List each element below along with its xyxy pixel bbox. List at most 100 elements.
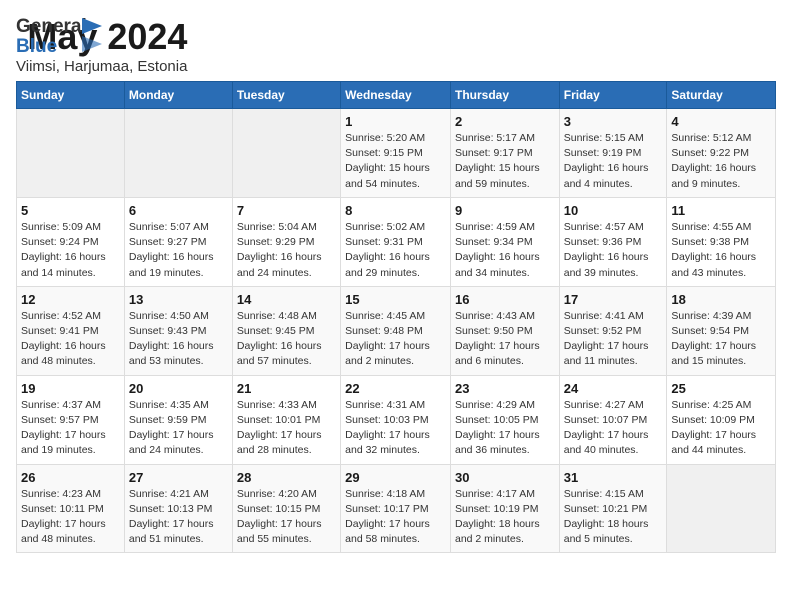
logo-triangle-icon [82, 18, 102, 54]
cell-w3-d3: 15 Sunrise: 4:45 AMSunset: 9:48 PMDayligh… [341, 286, 451, 375]
day-info: Sunrise: 5:17 AMSunset: 9:17 PMDaylight:… [455, 131, 555, 192]
cell-w1-d6: 4 Sunrise: 5:12 AMSunset: 9:22 PMDaylight… [667, 109, 776, 198]
header-monday: Monday [124, 82, 232, 109]
day-info: Sunrise: 4:25 AMSunset: 10:09 PMDaylight… [671, 398, 771, 459]
cell-w3-d5: 17Sunrise: 4:41 AMSunset: 9:52 PMDayligh… [559, 286, 667, 375]
cell-w5-d2: 28Sunrise: 4:20 AMSunset: 10:15 PMDaylig… [232, 464, 340, 553]
day-info: Sunrise: 4:31 AMSunset: 10:03 PMDaylight… [345, 398, 446, 459]
day-number: 7 [237, 203, 336, 218]
cell-w4-d1: 20 Sunrise: 4:35 AMSunset: 9:59 PMDayligh… [124, 375, 232, 464]
weekday-header-row: Sunday Monday Tuesday Wednesday Thursday… [17, 82, 776, 109]
cell-w2-d4: 9 Sunrise: 4:59 AMSunset: 9:34 PMDaylight… [450, 197, 559, 286]
day-number: 10 [564, 203, 663, 218]
cell-w1-d1 [124, 109, 232, 198]
cell-w5-d4: 30Sunrise: 4:17 AMSunset: 10:19 PMDaylig… [450, 464, 559, 553]
day-number: 15 [345, 292, 446, 307]
cell-w2-d3: 8 Sunrise: 5:02 AMSunset: 9:31 PMDaylight… [341, 197, 451, 286]
header-wednesday: Wednesday [341, 82, 451, 109]
subtitle: Viimsi, Harjumaa, Estonia [16, 58, 187, 75]
day-number: 19 [21, 381, 120, 396]
day-info: Sunrise: 5:04 AMSunset: 9:29 PMDaylight:… [237, 220, 336, 281]
day-number: 8 [345, 203, 446, 218]
day-number: 22 [345, 381, 446, 396]
cell-w2-d2: 7 Sunrise: 5:04 AMSunset: 9:29 PMDaylight… [232, 197, 340, 286]
cell-w4-d4: 23Sunrise: 4:29 AMSunset: 10:05 PMDaylig… [450, 375, 559, 464]
day-number: 14 [237, 292, 336, 307]
day-info: Sunrise: 4:37 AMSunset: 9:57 PMDaylight:… [21, 398, 120, 459]
header-friday: Friday [559, 82, 667, 109]
day-number: 6 [129, 203, 228, 218]
day-number: 26 [21, 470, 120, 485]
day-info: Sunrise: 4:15 AMSunset: 10:21 PMDaylight… [564, 487, 663, 548]
day-number: 21 [237, 381, 336, 396]
cell-w4-d5: 24Sunrise: 4:27 AMSunset: 10:07 PMDaylig… [559, 375, 667, 464]
day-number: 24 [564, 381, 663, 396]
day-info: Sunrise: 4:43 AMSunset: 9:50 PMDaylight:… [455, 309, 555, 370]
calendar-header: Sunday Monday Tuesday Wednesday Thursday… [17, 82, 776, 109]
header-saturday: Saturday [667, 82, 776, 109]
page-header: General Blue General May 2024 Viimsi, Ha… [16, 16, 776, 75]
day-number: 3 [564, 114, 663, 129]
day-info: Sunrise: 4:21 AMSunset: 10:13 PMDaylight… [129, 487, 228, 548]
calendar-table: Sunday Monday Tuesday Wednesday Thursday… [16, 81, 776, 553]
day-number: 20 [129, 381, 228, 396]
day-number: 11 [671, 203, 771, 218]
day-info: Sunrise: 5:12 AMSunset: 9:22 PMDaylight:… [671, 131, 771, 192]
day-number: 29 [345, 470, 446, 485]
day-number: 2 [455, 114, 555, 129]
day-info: Sunrise: 5:20 AMSunset: 9:15 PMDaylight:… [345, 131, 446, 192]
cell-w5-d5: 31 Sunrise: 4:15 AMSunset: 10:21 PMDaylig… [559, 464, 667, 553]
day-number: 31 [564, 470, 663, 485]
day-info: Sunrise: 5:09 AMSunset: 9:24 PMDaylight:… [21, 220, 120, 281]
day-info: Sunrise: 4:50 AMSunset: 9:43 PMDaylight:… [129, 309, 228, 370]
day-number: 13 [129, 292, 228, 307]
day-number: 16 [455, 292, 555, 307]
cell-w2-d6: 11Sunrise: 4:55 AMSunset: 9:38 PMDayligh… [667, 197, 776, 286]
day-number: 12 [21, 292, 120, 307]
day-number: 9 [455, 203, 555, 218]
cell-w5-d1: 27 Sunrise: 4:21 AMSunset: 10:13 PMDaylig… [124, 464, 232, 553]
week-row-2: 5 Sunrise: 5:09 AMSunset: 9:24 PMDaylight… [17, 197, 776, 286]
day-info: Sunrise: 4:35 AMSunset: 9:59 PMDaylight:… [129, 398, 228, 459]
day-info: Sunrise: 4:52 AMSunset: 9:41 PMDaylight:… [21, 309, 120, 370]
day-info: Sunrise: 4:23 AMSunset: 10:11 PMDaylight… [21, 487, 120, 548]
day-info: Sunrise: 5:07 AMSunset: 9:27 PMDaylight:… [129, 220, 228, 281]
cell-w2-d1: 6 Sunrise: 5:07 AMSunset: 9:27 PMDaylight… [124, 197, 232, 286]
cell-w4-d3: 22 Sunrise: 4:31 AMSunset: 10:03 PMDaylig… [341, 375, 451, 464]
day-info: Sunrise: 4:33 AMSunset: 10:01 PMDaylight… [237, 398, 336, 459]
week-row-5: 26 Sunrise: 4:23 AMSunset: 10:11 PMDaylig… [17, 464, 776, 553]
day-info: Sunrise: 4:59 AMSunset: 9:34 PMDaylight:… [455, 220, 555, 281]
cell-w2-d5: 10Sunrise: 4:57 AMSunset: 9:36 PMDayligh… [559, 197, 667, 286]
week-row-4: 19 Sunrise: 4:37 AMSunset: 9:57 PMDayligh… [17, 375, 776, 464]
cell-w1-d0 [17, 109, 125, 198]
cell-w2-d0: 5 Sunrise: 5:09 AMSunset: 9:24 PMDaylight… [17, 197, 125, 286]
cell-w4-d0: 19 Sunrise: 4:37 AMSunset: 9:57 PMDayligh… [17, 375, 125, 464]
day-info: Sunrise: 4:45 AMSunset: 9:48 PMDaylight:… [345, 309, 446, 370]
cell-w1-d5: 3Sunrise: 5:15 AMSunset: 9:19 PMDaylight… [559, 109, 667, 198]
cell-w5-d0: 26 Sunrise: 4:23 AMSunset: 10:11 PMDaylig… [17, 464, 125, 553]
header-tuesday: Tuesday [232, 82, 340, 109]
day-info: Sunrise: 5:02 AMSunset: 9:31 PMDaylight:… [345, 220, 446, 281]
day-number: 18 [671, 292, 771, 307]
week-row-3: 12 Sunrise: 4:52 AMSunset: 9:41 PMDayligh… [17, 286, 776, 375]
logo-container: General Blue [16, 16, 84, 56]
day-number: 5 [21, 203, 120, 218]
day-info: Sunrise: 4:39 AMSunset: 9:54 PMDaylight:… [671, 309, 771, 370]
cell-w5-d3: 29 Sunrise: 4:18 AMSunset: 10:17 PMDaylig… [341, 464, 451, 553]
header-sunday: Sunday [17, 82, 125, 109]
day-info: Sunrise: 4:29 AMSunset: 10:05 PMDaylight… [455, 398, 555, 459]
cell-w4-d2: 21 Sunrise: 4:33 AMSunset: 10:01 PMDaylig… [232, 375, 340, 464]
day-info: Sunrise: 4:18 AMSunset: 10:17 PMDaylight… [345, 487, 446, 548]
week-row-1: 1 Sunrise: 5:20 AMSunset: 9:15 PMDaylight… [17, 109, 776, 198]
cell-w1-d3: 1 Sunrise: 5:20 AMSunset: 9:15 PMDaylight… [341, 109, 451, 198]
cell-w3-d6: 18 Sunrise: 4:39 AMSunset: 9:54 PMDayligh… [667, 286, 776, 375]
cell-w3-d4: 16 Sunrise: 4:43 AMSunset: 9:50 PMDayligh… [450, 286, 559, 375]
day-info: Sunrise: 4:48 AMSunset: 9:45 PMDaylight:… [237, 309, 336, 370]
cell-w5-d6 [667, 464, 776, 553]
day-number: 4 [671, 114, 771, 129]
day-number: 30 [455, 470, 555, 485]
header-thursday: Thursday [450, 82, 559, 109]
day-number: 27 [129, 470, 228, 485]
day-number: 1 [345, 114, 446, 129]
day-info: Sunrise: 4:41 AMSunset: 9:52 PMDaylight:… [564, 309, 663, 370]
